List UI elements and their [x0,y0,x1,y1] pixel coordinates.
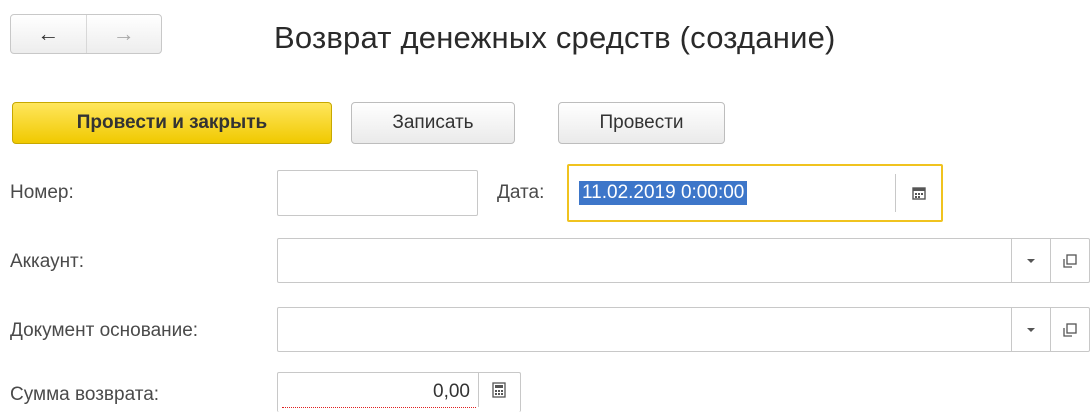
base-doc-label: Документ основание: [10,320,199,341]
post-button[interactable]: Провести [558,102,725,144]
refund-sum-label: Сумма возврата: [10,384,160,405]
account-field[interactable] [277,238,1090,283]
save-button[interactable]: Записать [351,102,515,144]
date-value[interactable]: 11.02.2019 0:00:00 [579,181,748,205]
refund-sum-field[interactable]: 0,00 [277,372,521,412]
base-doc-field[interactable] [277,307,1090,352]
chevron-down-icon[interactable] [1012,308,1050,351]
number-label: Номер: [10,182,74,203]
calculator-icon[interactable] [479,373,519,407]
chevron-down-icon[interactable] [1012,239,1050,282]
open-form-icon[interactable] [1051,308,1089,351]
open-form-icon[interactable] [1051,239,1089,282]
arrow-left-icon: ← [37,21,60,46]
calendar-icon[interactable] [899,178,939,208]
account-label: Аккаунт: [10,251,85,272]
number-field[interactable] [277,170,478,216]
forward-button[interactable]: → [85,15,162,53]
required-underline [282,407,476,408]
arrow-right-icon: → [112,21,135,46]
date-field[interactable]: 11.02.2019 0:00:00 [567,164,943,222]
date-label: Дата: [497,182,545,203]
date-separator [895,174,896,212]
refund-sum-value: 0,00 [433,381,470,402]
nav-buttons: ← → [10,14,162,54]
page-title: Возврат денежных средств (создание) [274,20,836,55]
post-and-close-button[interactable]: Провести и закрыть [12,102,332,144]
back-button[interactable]: ← [11,15,86,53]
